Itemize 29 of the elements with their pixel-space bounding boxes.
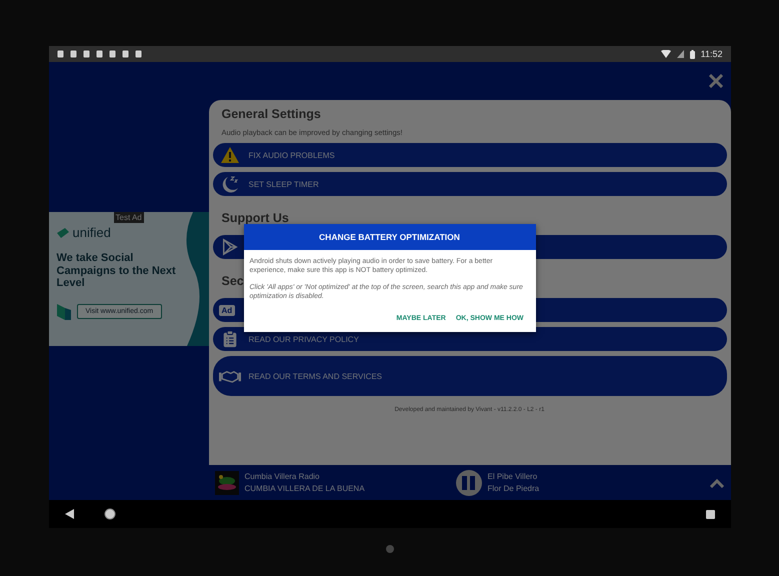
settings-button[interactable]: READ OUR TERMS AND SERVICES bbox=[212, 356, 726, 396]
pause-button[interactable] bbox=[456, 470, 482, 496]
section-title: General Settings bbox=[222, 106, 321, 123]
section-title: Support Us bbox=[222, 210, 289, 227]
flag-icon bbox=[56, 304, 70, 320]
settings-button[interactable]: FIX AUDIO PROBLEMS bbox=[212, 143, 726, 167]
track-title: El Pibe Villero bbox=[488, 472, 538, 481]
ad-headline: We take Social Campaigns to the Next Level bbox=[56, 252, 177, 290]
track-artist: Flor De Piedra bbox=[488, 484, 540, 493]
signal-icon bbox=[676, 50, 684, 58]
recents-icon[interactable] bbox=[706, 510, 714, 518]
battery-icon bbox=[690, 50, 695, 58]
brand-name: unified bbox=[72, 225, 111, 240]
station-subtitle: CUMBIA VILLERA DE LA BUENA bbox=[244, 484, 366, 493]
wifi-icon bbox=[660, 50, 671, 58]
camera-dot bbox=[386, 545, 394, 553]
ad-icon: Ad bbox=[218, 304, 236, 316]
brand-logo-icon bbox=[56, 228, 68, 238]
test-ad-badge: Test Ad bbox=[114, 212, 144, 223]
dialog-title: CHANGE BATTERY OPTIMIZATION bbox=[244, 224, 536, 250]
close-icon[interactable] bbox=[708, 74, 722, 88]
home-icon[interactable] bbox=[104, 508, 116, 520]
back-icon[interactable] bbox=[64, 509, 74, 519]
warning-icon bbox=[218, 146, 240, 164]
station-name: Cumbia Villera Radio bbox=[244, 472, 320, 481]
settings-button[interactable]: SET SLEEP TIMER bbox=[212, 172, 726, 196]
clock-time: 11:52 bbox=[700, 49, 722, 59]
chevron-up-icon[interactable] bbox=[708, 478, 724, 488]
section-title: Sec bbox=[222, 273, 244, 290]
